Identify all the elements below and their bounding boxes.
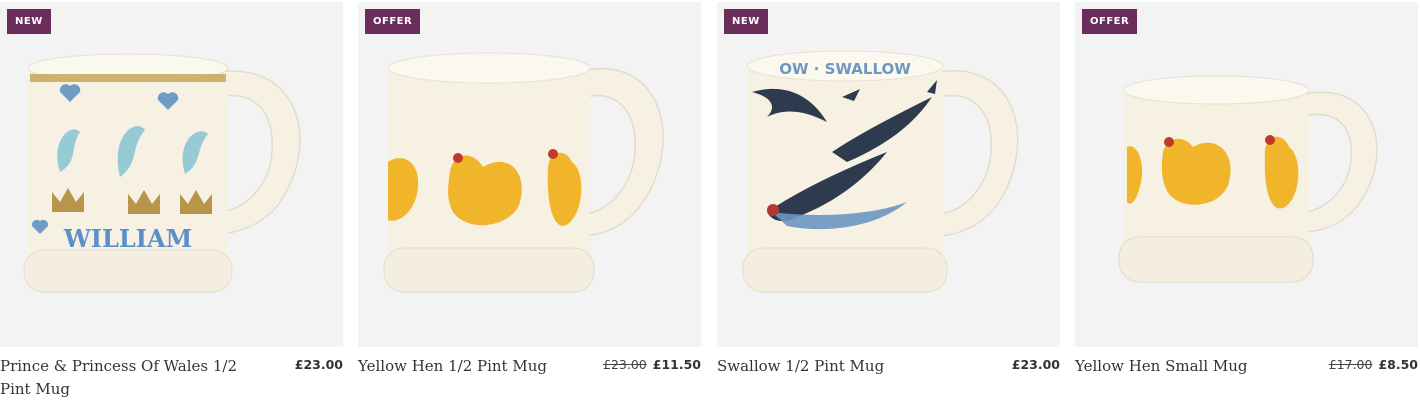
product-price: £23.00 £11.50 [603,357,701,372]
product-price: £23.00 [1012,357,1060,372]
was-price: £23.00 [603,357,647,372]
mug-print-text: WILLIAM [63,224,192,253]
current-price: £11.50 [652,357,701,372]
product-price: £23.00 [295,357,343,372]
offer-badge: OFFER [365,9,421,34]
mug-print-text: OW · SWALLOW [779,60,911,78]
product-name[interactable]: Prince & Princess Of Wales 1/2 Pint Mug [0,355,240,401]
product-image[interactable]: OFFER [358,2,701,347]
current-price: £23.00 [1011,357,1060,372]
product-card[interactable]: OW · SWALLOW NEW Swallow 1/2 Pint Mug £2… [717,2,1060,402]
product-name[interactable]: Yellow Hen Small Mug [1075,355,1315,378]
product-name[interactable]: Yellow Hen 1/2 Pint Mug [358,355,598,378]
product-image[interactable]: OW · SWALLOW NEW [717,2,1060,347]
product-card[interactable]: OFFER Yellow Hen Small Mug £17.00 £8.50 [1075,2,1418,402]
product-image[interactable]: OFFER [1075,2,1418,347]
new-badge: NEW [724,9,768,34]
mug-william-illustration: WILLIAM [23,53,301,293]
product-name[interactable]: Swallow 1/2 Pint Mug [717,355,957,378]
product-image[interactable]: WILLIAM NEW [0,2,343,347]
was-price: £17.00 [1328,357,1373,372]
mug-yellow-hen-illustration [383,52,664,293]
new-badge: NEW [7,9,51,34]
product-card[interactable]: WILLIAM NEW Prince & Princess Of Wales 1… [0,2,343,402]
mug-swallow-illustration: OW · SWALLOW [742,50,1019,293]
current-price: £23.00 [294,357,343,372]
current-price: £8.50 [1378,357,1418,372]
product-price: £17.00 £8.50 [1329,357,1418,372]
offer-badge: OFFER [1082,9,1138,34]
product-card[interactable]: OFFER Yellow Hen 1/2 Pint Mug £23.00 £11.… [358,2,701,402]
mug-yellow-hen-small-illustration [1118,75,1378,283]
